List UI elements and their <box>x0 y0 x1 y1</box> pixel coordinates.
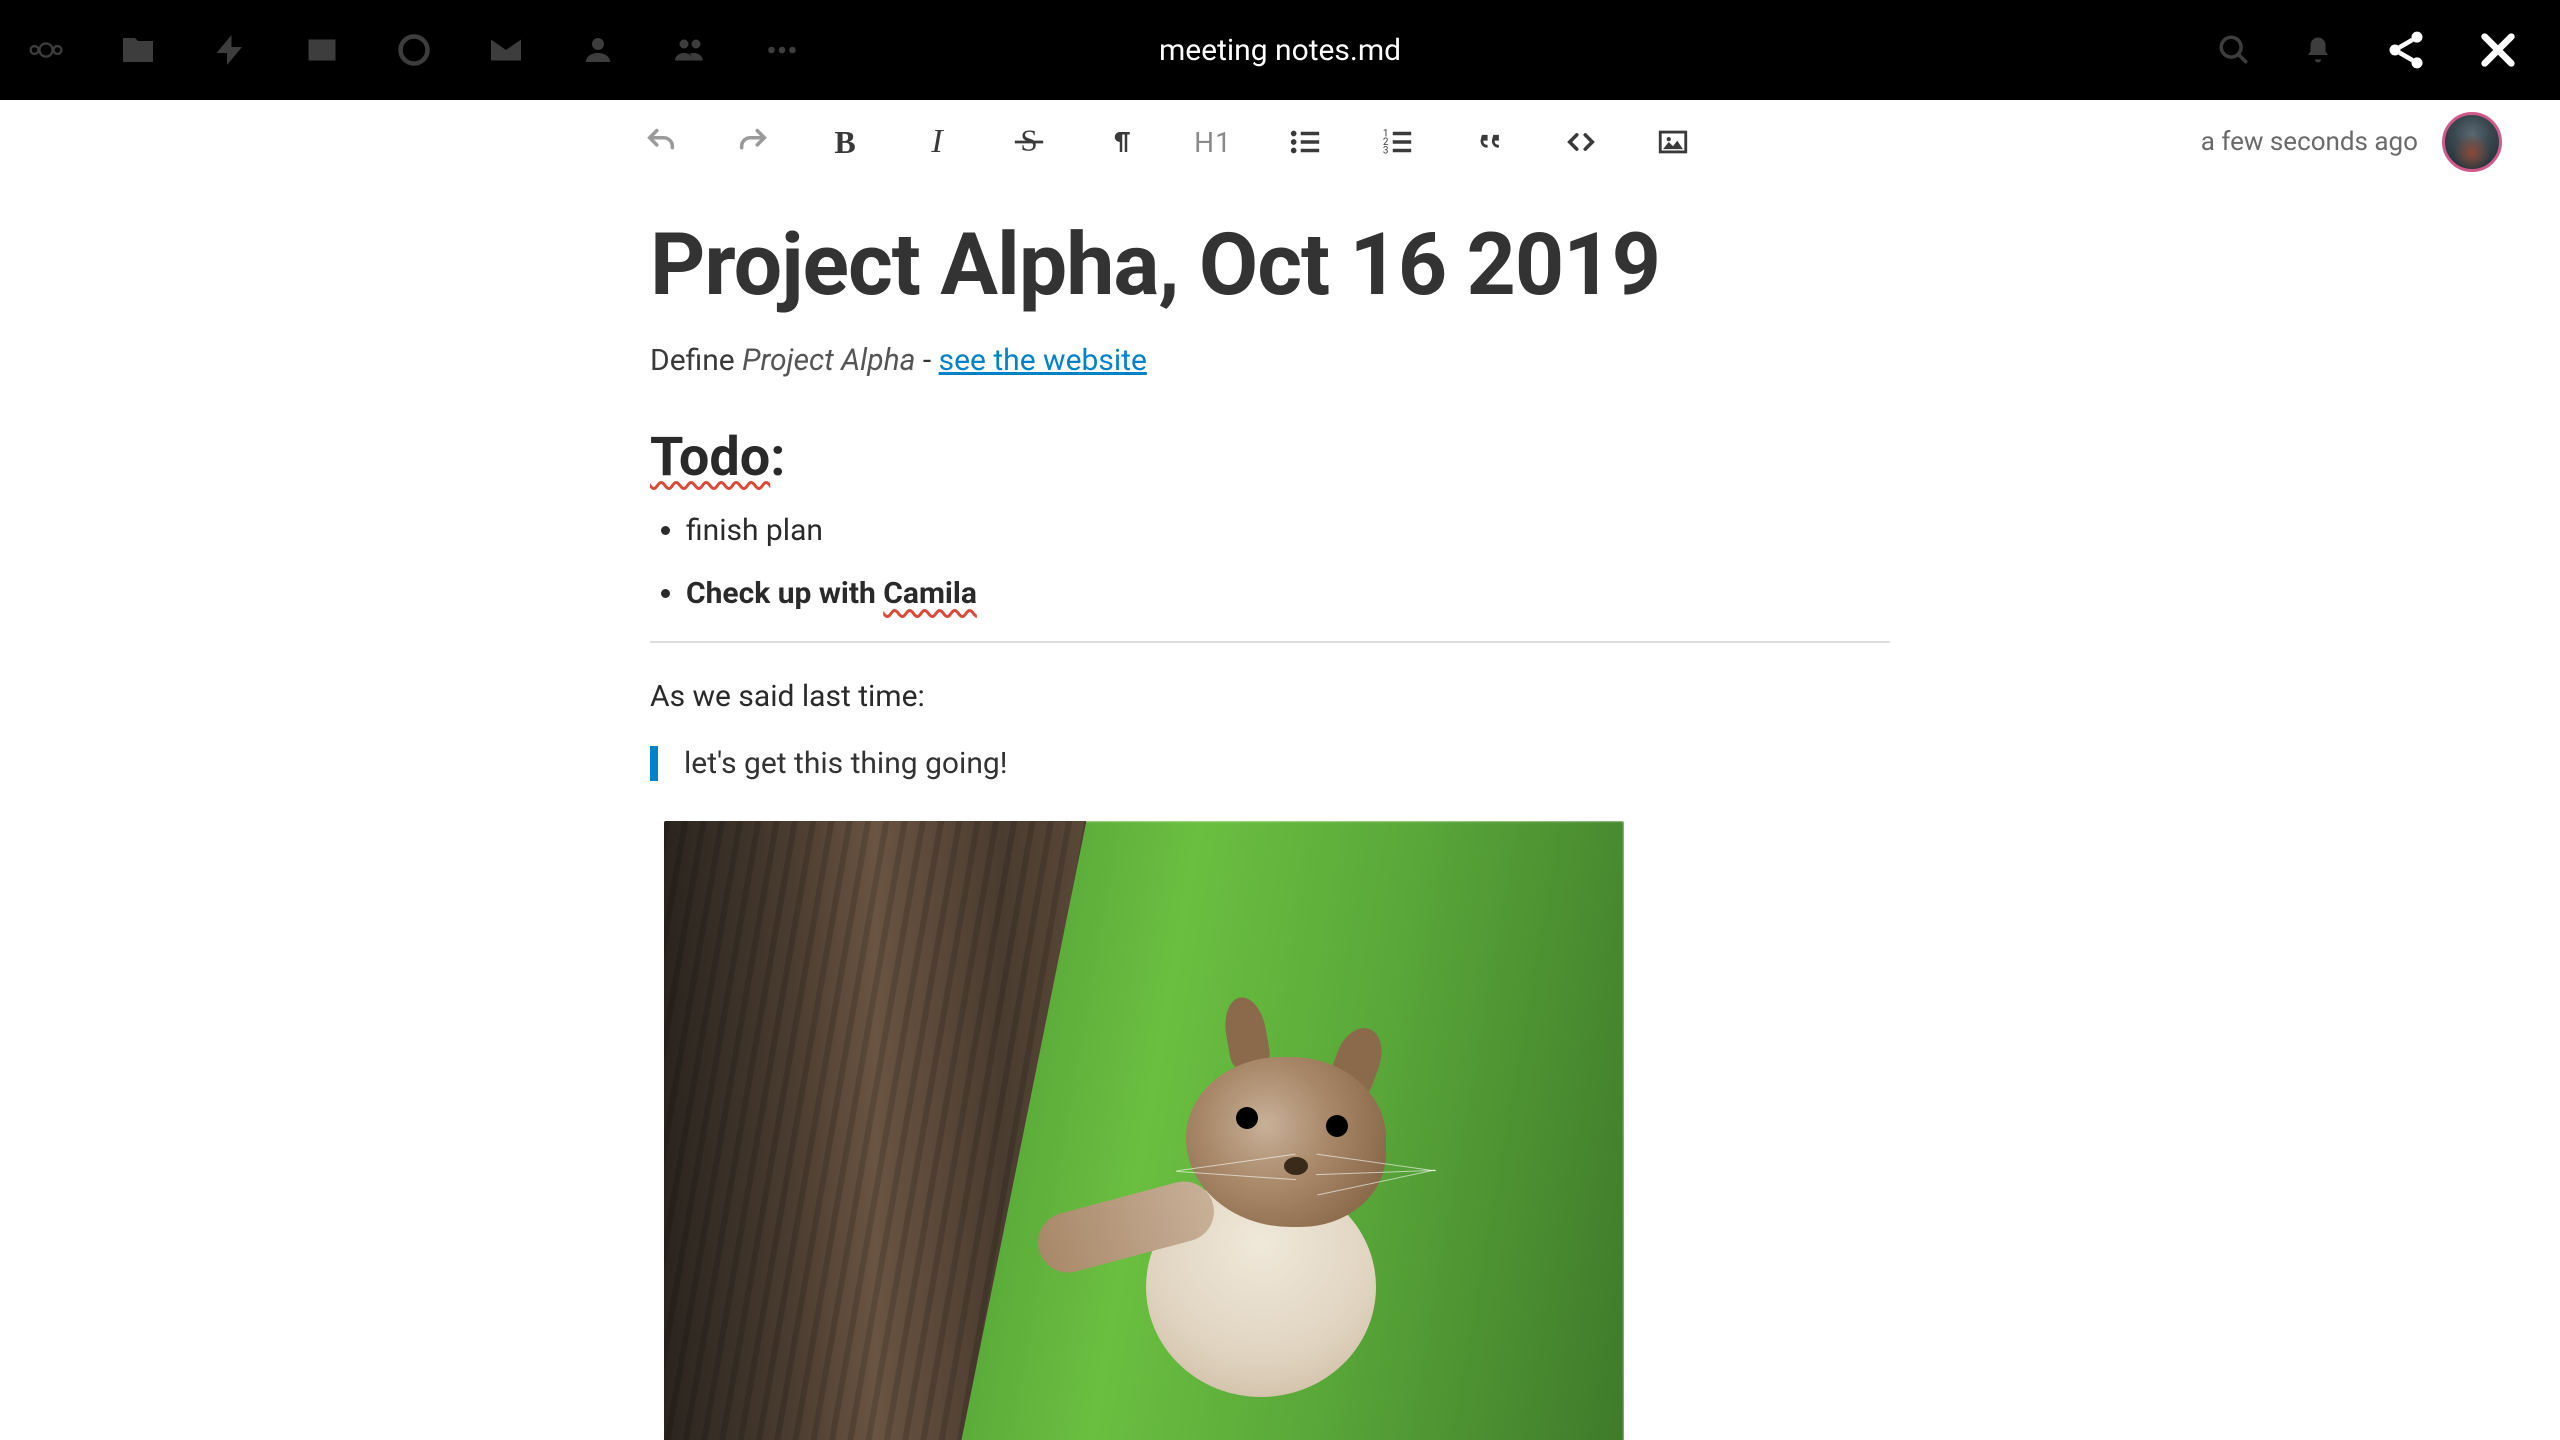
header-left-icons <box>0 32 800 68</box>
activity-app-icon[interactable] <box>212 32 248 68</box>
files-app-icon[interactable] <box>120 32 156 68</box>
share-icon[interactable] <box>2384 28 2428 72</box>
editor-meta: a few seconds ago <box>2201 112 2502 172</box>
intro-line[interactable]: Define Project Alpha - see the website <box>650 343 1890 378</box>
todo-item-spellword: Camila <box>883 576 977 611</box>
insert-image-button[interactable] <box>1652 121 1694 163</box>
blockquote-button[interactable] <box>1468 121 1510 163</box>
contacts-app-icon[interactable] <box>580 32 616 68</box>
strikethrough-button[interactable]: S <box>1008 121 1050 163</box>
todo-item[interactable]: finish plan <box>686 513 1890 548</box>
intro-separator: - <box>915 343 938 378</box>
search-icon[interactable] <box>2216 32 2252 68</box>
notifications-icon[interactable] <box>2300 32 2336 68</box>
todo-item-text: finish plan <box>686 513 823 548</box>
save-status-text: a few seconds ago <box>2201 127 2418 157</box>
talk-app-icon[interactable] <box>396 32 432 68</box>
editor-toolbar: B I S H1 123 a few seconds ago <box>0 100 2560 184</box>
heading-button[interactable]: H1 <box>1192 121 1234 163</box>
app-header: meeting notes.md <box>0 0 2560 100</box>
paragraph-button[interactable] <box>1100 121 1142 163</box>
italic-button[interactable]: I <box>916 121 958 163</box>
close-icon[interactable] <box>2476 28 2520 72</box>
todo-item[interactable]: Check up with Camila <box>686 576 1890 611</box>
todo-word: Todo <box>650 426 770 489</box>
user-avatar[interactable] <box>2442 112 2502 172</box>
groups-app-icon[interactable] <box>672 32 708 68</box>
more-apps-icon[interactable] <box>764 32 800 68</box>
document-title: meeting notes.md <box>1159 33 1401 68</box>
todo-item-prefix: Check up with <box>686 576 883 611</box>
undo-button[interactable] <box>640 121 682 163</box>
blockquote[interactable]: let's get this thing going! <box>650 746 1890 781</box>
document-body[interactable]: Project Alpha, Oct 16 2019 Define Projec… <box>650 184 1890 1440</box>
quote-text: let's get this thing going! <box>684 746 1007 781</box>
gallery-app-icon[interactable] <box>304 32 340 68</box>
lead-text[interactable]: As we said last time: <box>650 679 1890 714</box>
ordered-list-button[interactable]: 123 <box>1376 121 1418 163</box>
bullet-list-button[interactable] <box>1284 121 1326 163</box>
header-right-icons <box>2216 28 2560 72</box>
mail-app-icon[interactable] <box>488 32 524 68</box>
intro-prefix: Define <box>650 343 742 378</box>
todo-list[interactable]: finish plan Check up with Camila <box>650 513 1890 611</box>
divider <box>650 641 1890 643</box>
embedded-image[interactable] <box>664 821 1624 1440</box>
bold-button[interactable]: B <box>824 121 866 163</box>
code-block-button[interactable] <box>1560 121 1602 163</box>
page-title[interactable]: Project Alpha, Oct 16 2019 <box>650 214 1890 315</box>
redo-button[interactable] <box>732 121 774 163</box>
nextcloud-logo-icon[interactable] <box>28 32 64 68</box>
intro-link[interactable]: see the website <box>939 343 1147 378</box>
todo-heading[interactable]: Todo: <box>650 426 1890 489</box>
todo-colon: : <box>770 426 785 489</box>
intro-emphasis: Project Alpha <box>742 343 915 378</box>
svg-text:3: 3 <box>1383 145 1389 156</box>
